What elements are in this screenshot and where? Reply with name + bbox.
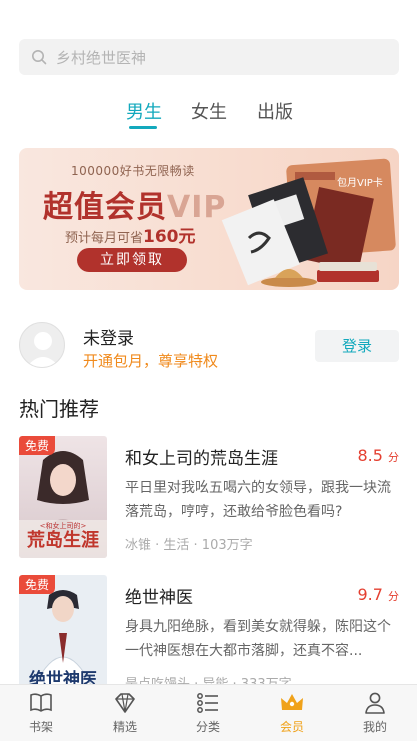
search-icon	[32, 50, 47, 65]
nav-category[interactable]: 分类	[178, 691, 238, 735]
book-description: 身具九阳绝脉，看到美女就得躲，陈阳这个一代神医想在大都市落脚，还真不容...	[125, 619, 391, 659]
default-avatar-icon	[26, 332, 60, 367]
diamond-icon	[115, 693, 135, 713]
person-icon	[365, 692, 385, 714]
search-placeholder: 乡村绝世医神	[56, 48, 147, 67]
free-badge: 免费	[19, 575, 56, 594]
nav-mine[interactable]: 我的	[345, 691, 405, 735]
claim-button[interactable]: 立即领取	[77, 248, 187, 272]
nav-label: 我的	[362, 720, 387, 734]
nav-label: 会员	[279, 720, 304, 734]
crown-icon	[281, 694, 303, 710]
svg-text:<和女上司的>: <和女上司的>	[40, 521, 87, 530]
nav-label: 书架	[28, 720, 53, 734]
search-bar[interactable]: 乡村绝世医神	[19, 39, 399, 75]
banner-title: 超值会员VIP	[43, 190, 227, 225]
book-description: 平日里对我吆五喝六的女领导，跟我一块流落荒岛，哼哼，还敢给爷脸色看吗?	[125, 480, 391, 520]
card-label: 包月VIP卡	[337, 176, 383, 189]
nav-bookshelf[interactable]: 书架	[11, 691, 71, 735]
tab-publish[interactable]: 出版	[257, 98, 293, 124]
category-tabs: 男生 女生 出版	[0, 98, 417, 132]
book-score: 9.7 分	[357, 585, 399, 604]
banner-savings: 预计每月可省160元	[65, 227, 196, 247]
user-name: 未登录	[83, 329, 134, 349]
svg-text:荒岛生涯: 荒岛生涯	[26, 529, 99, 551]
user-membership-hint[interactable]: 开通包月，尊享特权	[83, 350, 218, 371]
book-icon	[30, 693, 52, 712]
bottom-nav: 书架 精选 分类 会员 我的	[0, 684, 417, 741]
vip-banner[interactable]: 100000好书无限畅读 超值会员VIP 预计每月可省160元 立即领取 包月V…	[19, 148, 399, 290]
nav-featured[interactable]: 精选	[95, 691, 155, 735]
tab-indicator	[129, 126, 157, 129]
vip-card-illustration: 包月VIP卡	[221, 158, 396, 287]
nav-vip[interactable]: 会员	[262, 691, 322, 735]
book-cover[interactable]: <和女上司的> 荒岛生涯 免费	[19, 436, 107, 558]
tab-male[interactable]: 男生	[126, 98, 162, 124]
nav-label: 精选	[112, 720, 137, 734]
book-title: 绝世神医	[125, 588, 193, 608]
book-meta: 冰锥 · 生活 · 103万字	[125, 538, 253, 553]
user-panel: 未登录 开通包月，尊享特权 登录	[19, 320, 399, 376]
login-button[interactable]: 登录	[315, 330, 399, 362]
free-badge: 免费	[19, 436, 56, 455]
list-icon	[197, 693, 218, 713]
nav-label: 分类	[195, 720, 220, 734]
book-score: 8.5 分	[357, 446, 399, 465]
tab-female[interactable]: 女生	[191, 98, 227, 124]
book-title: 和女上司的荒岛生涯	[125, 449, 278, 469]
book-item[interactable]: 绝世神医 免费 绝世神医 9.7 分 身具九阳绝脉，看到美女就得躲，陈阳这个一代…	[19, 575, 399, 699]
section-title: 热门推荐	[19, 397, 99, 421]
book-cover[interactable]: 绝世神医 免费	[19, 575, 107, 697]
book-item[interactable]: <和女上司的> 荒岛生涯 免费 和女上司的荒岛生涯 8.5 分 平日里对我吆五喝…	[19, 436, 399, 560]
avatar[interactable]	[19, 322, 65, 368]
banner-subtitle: 100000好书无限畅读	[71, 164, 195, 178]
